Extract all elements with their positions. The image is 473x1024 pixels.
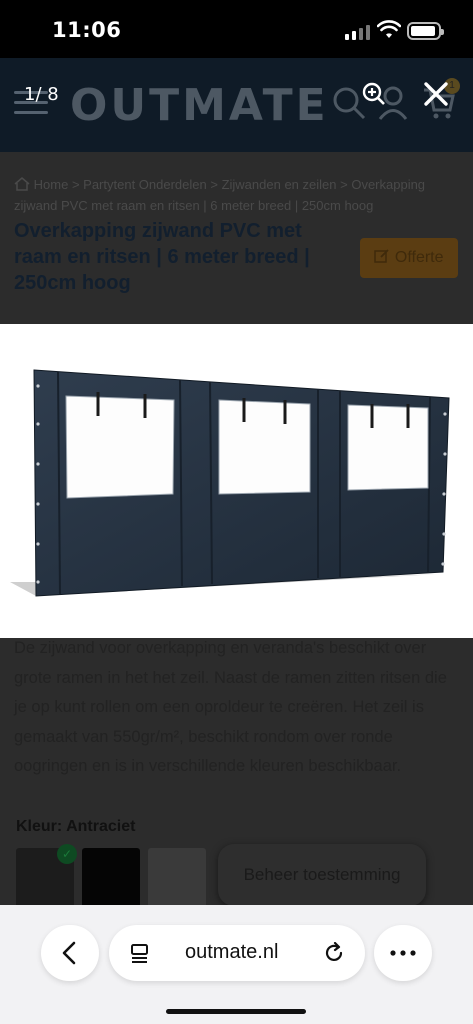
more-button[interactable] xyxy=(374,925,432,981)
swatch-grey[interactable] xyxy=(148,848,206,908)
url-text: outmate.nl xyxy=(185,941,279,963)
more-icon xyxy=(390,950,416,956)
product-description: De zijwand voor overkapping en veranda's… xyxy=(14,639,447,775)
offerte-button[interactable]: Offerte xyxy=(360,238,458,278)
wifi-icon xyxy=(377,20,401,38)
offerte-label: Offerte xyxy=(394,249,444,266)
breadcrumb-item[interactable]: Partytent Onderdelen xyxy=(83,177,207,192)
page-title: Overkapping zijwand PVC met raam en rits… xyxy=(14,220,310,294)
breadcrumb-separator: > xyxy=(71,177,80,192)
zoom-in-icon[interactable] xyxy=(362,82,386,106)
swatch-black[interactable] xyxy=(82,848,140,908)
gallery-counter: 1/ 8 xyxy=(24,84,59,105)
address-bar[interactable]: outmate.nl xyxy=(109,925,365,981)
close-icon[interactable] xyxy=(423,81,449,107)
side-wall-illustration xyxy=(10,369,450,597)
status-bar: 11:06 xyxy=(0,0,473,58)
home-icon xyxy=(14,177,30,191)
site-header: OUTMATE 1 xyxy=(0,58,473,152)
color-label-text: Kleur: xyxy=(16,818,63,835)
edit-icon xyxy=(374,249,390,263)
site-logo[interactable]: OUTMATE xyxy=(70,80,329,131)
cellular-signal-icon xyxy=(345,24,371,40)
search-icon[interactable] xyxy=(332,86,366,120)
breadcrumb-item[interactable]: Zijwanden en zeilen xyxy=(222,177,337,192)
breadcrumb-separator: > xyxy=(340,177,348,192)
selected-check-icon: ✓ xyxy=(57,844,77,864)
breadcrumb-separator: > xyxy=(210,177,218,192)
home-indicator xyxy=(166,1009,306,1014)
consent-button[interactable]: Beheer toestemming xyxy=(218,844,426,906)
breadcrumb-home[interactable]: Home xyxy=(34,177,69,192)
chevron-left-icon xyxy=(62,941,76,965)
color-value: Antraciet xyxy=(66,818,136,835)
reload-icon[interactable] xyxy=(323,942,345,964)
battery-icon xyxy=(407,22,444,40)
color-label: Kleur: Antraciet xyxy=(16,818,135,836)
product-image[interactable] xyxy=(0,324,473,638)
back-button[interactable] xyxy=(41,925,99,981)
status-time: 11:06 xyxy=(52,18,122,42)
browser-toolbar: outmate.nl xyxy=(0,905,473,1024)
breadcrumb: Home > Partytent Onderdelen > Zijwanden … xyxy=(14,174,459,216)
page-menu-icon xyxy=(131,944,148,963)
